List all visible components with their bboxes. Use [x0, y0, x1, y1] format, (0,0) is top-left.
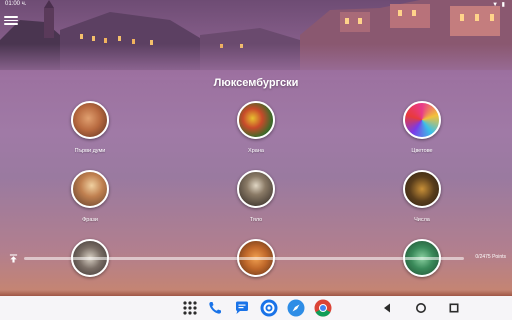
- wifi-battery-icon: ▼ ▮: [492, 2, 506, 8]
- recents-icon[interactable]: [446, 300, 462, 316]
- category-first-words[interactable]: Първи думи: [50, 101, 130, 154]
- city-photo-header: [0, 0, 512, 80]
- home-icon[interactable]: [413, 300, 429, 316]
- status-time: 01:00 ч.: [5, 1, 27, 7]
- back-icon[interactable]: [380, 300, 396, 316]
- category-label: Числа: [414, 217, 430, 223]
- progress-track: [24, 257, 464, 260]
- messages-icon[interactable]: [233, 299, 251, 317]
- category-body[interactable]: Тяло: [216, 170, 296, 223]
- category-label: Първи думи: [74, 148, 106, 154]
- numbers-image: [403, 170, 441, 208]
- phone-icon[interactable]: [206, 299, 224, 317]
- category-phrases[interactable]: Фрази: [50, 170, 130, 223]
- first-words-image: [71, 101, 109, 139]
- status-bar: 01:00 ч. ▼ ▮: [0, 0, 512, 10]
- category-label: Храна: [248, 148, 264, 154]
- category-numbers[interactable]: Числа: [382, 170, 462, 223]
- food-image: [237, 101, 275, 139]
- safari-compass-icon[interactable]: [287, 299, 305, 317]
- category-label: Тяло: [249, 217, 263, 223]
- settings-icon[interactable]: [260, 299, 278, 317]
- navigation-bar: [0, 296, 512, 320]
- category-food[interactable]: Храна: [216, 101, 296, 154]
- phrases-image: [71, 170, 109, 208]
- category-label: Фрази: [82, 217, 98, 223]
- chrome-icon[interactable]: [314, 299, 332, 317]
- category-colors[interactable]: Цветове: [382, 101, 462, 154]
- upload-icon[interactable]: [9, 254, 18, 263]
- apps-grid-icon[interactable]: [181, 299, 199, 317]
- colors-image: [403, 101, 441, 139]
- body-image: [237, 170, 275, 208]
- page-title: Люксембургски: [213, 77, 299, 89]
- points-text: 0/2475 Points: [475, 254, 506, 260]
- category-label: Цветове: [411, 148, 433, 154]
- hamburger-menu-icon[interactable]: [4, 14, 18, 26]
- points-progress: 0/2475 Points: [0, 252, 512, 264]
